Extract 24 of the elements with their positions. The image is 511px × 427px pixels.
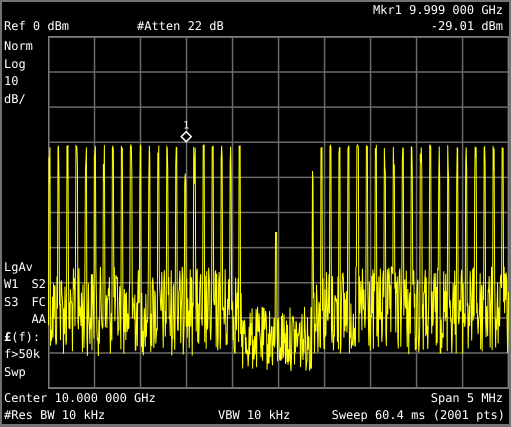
marker-readout: Mkr1 9.999 000 GHz (372, 2, 503, 18)
annotation-label: FC (31, 294, 46, 310)
sweep-time: Sweep 60.4 ms (2001 pts) (330, 407, 505, 424)
annotation-label: Swp (4, 364, 26, 380)
annotation-label: LgAv (4, 258, 33, 276)
annotation-label: Norm (4, 38, 33, 55)
annotation-label: S2 (31, 276, 46, 293)
resolution-bandwidth: #Res BW 10 kHz (4, 407, 106, 424)
marker-label: 1 (183, 120, 190, 132)
annotation-label: S3 (4, 294, 18, 310)
video-bandwidth: VBW 10 kHz (218, 407, 292, 424)
attenuation: #Atten 22 dB (137, 18, 225, 35)
annotation-label: dB/ (4, 90, 26, 108)
annotation-label: Log (4, 56, 26, 73)
annotation-label: 10 (4, 73, 18, 90)
marker-amplitude: -29.01 dBm (430, 18, 503, 35)
center-frequency: Center 10.000 000 GHz (4, 390, 156, 407)
frequency-span: Span 5 MHz (430, 390, 503, 407)
marker-icon (180, 130, 192, 143)
reference-level: Ref 0 dBm (4, 18, 70, 35)
annotation-label: AA (31, 311, 46, 328)
annotation-label: W1 (4, 276, 18, 293)
annotation-label: £(f): (4, 328, 40, 346)
annotation-label: f>50k (4, 346, 40, 363)
